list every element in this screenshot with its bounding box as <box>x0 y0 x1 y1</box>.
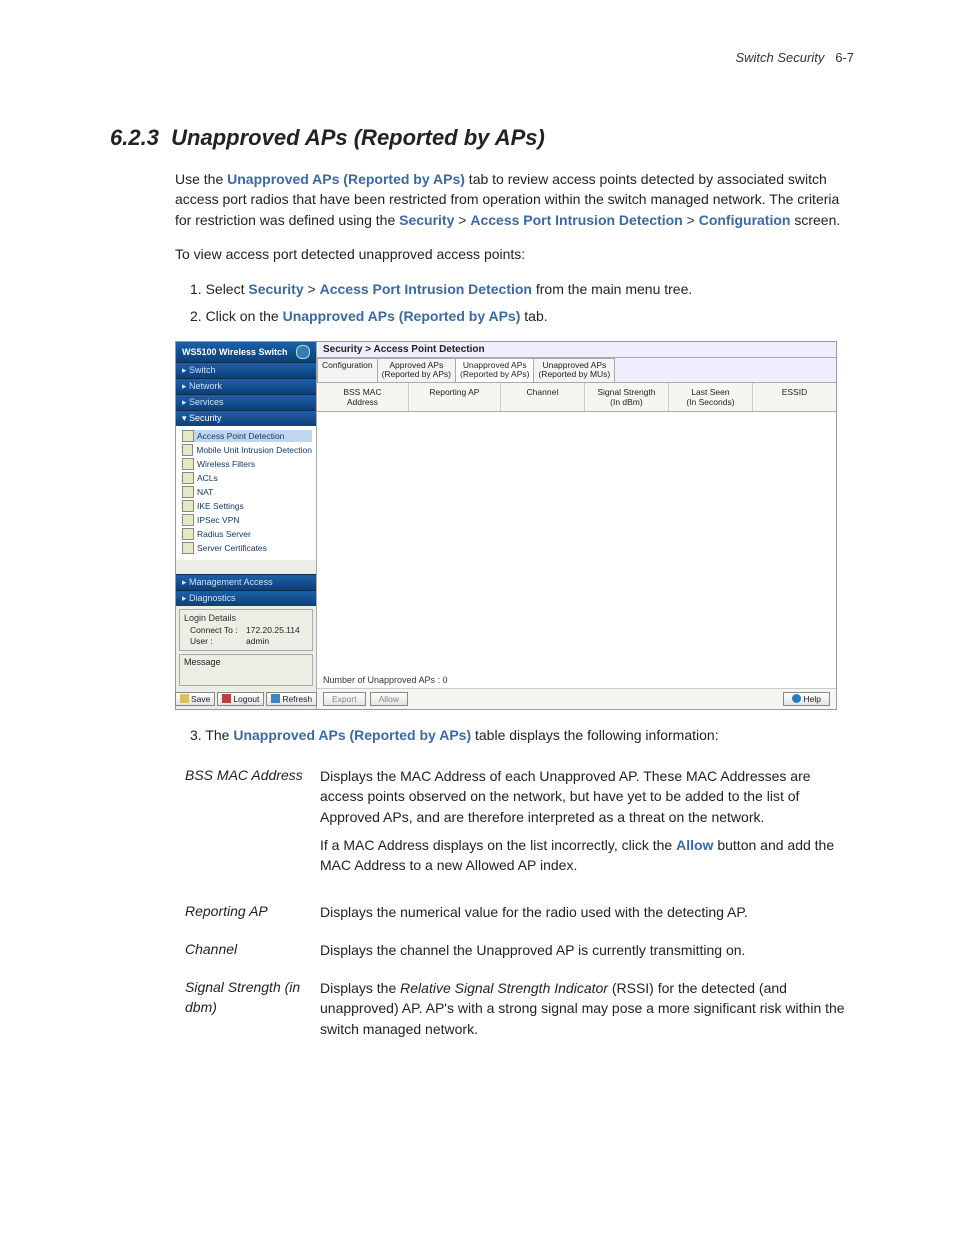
tree-mobile-unit-intrusion[interactable]: Mobile Unit Intrusion Detection <box>182 444 312 456</box>
folder-icon <box>182 542 194 554</box>
intro-paragraph-1: Use the Unapproved APs (Reported by APs)… <box>175 169 854 230</box>
tab-unapproved-aps-by-mus[interactable]: Unapproved APs(Reported by MUs) <box>533 358 615 382</box>
folder-icon <box>182 514 194 526</box>
section-title: 6.2.3 Unapproved APs (Reported by APs) <box>110 125 854 151</box>
sidebar-item-diagnostics[interactable]: ▸ Diagnostics <box>176 590 316 606</box>
col-reporting-ap[interactable]: Reporting AP <box>409 383 501 411</box>
step-1: 1. Select Security > Access Port Intrusi… <box>190 278 854 300</box>
link-configuration: Configuration <box>699 212 791 228</box>
step-3: 3. The Unapproved APs (Reported by APs) … <box>190 724 854 746</box>
sidebar-item-security[interactable]: ▾ Security <box>176 410 316 426</box>
folder-icon <box>182 458 194 470</box>
col-essid[interactable]: ESSID <box>753 383 836 411</box>
link-unapproved-aps: Unapproved APs (Reported by APs) <box>227 171 465 187</box>
link-apid: Access Port Intrusion Detection <box>470 212 682 228</box>
col-bss-mac[interactable]: BSS MACAddress <box>317 383 409 411</box>
table-body-empty <box>317 412 836 672</box>
bottom-button-bar: Export Allow Help <box>317 688 836 709</box>
sidebar-item-network[interactable]: ▸ Network <box>176 378 316 394</box>
folder-icon <box>182 472 194 484</box>
tab-approved-aps-by-aps[interactable]: Approved APs(Reported by APs) <box>377 358 456 382</box>
tree-nat[interactable]: NAT <box>182 486 312 498</box>
folder-icon <box>182 500 194 512</box>
page-number: 6-7 <box>835 50 854 65</box>
col-last-seen[interactable]: Last Seen(In Seconds) <box>669 383 753 411</box>
sidebar: WS5100 Wireless Switch ▸ Switch ▸ Networ… <box>176 342 317 709</box>
tree-server-certificates[interactable]: Server Certificates <box>182 542 312 554</box>
tree-wireless-filters[interactable]: Wireless Filters <box>182 458 312 470</box>
sidebar-item-management-access[interactable]: ▸ Management Access <box>176 574 316 590</box>
save-button[interactable]: Save <box>175 692 215 706</box>
tab-configuration[interactable]: Configuration <box>317 358 378 382</box>
content-tabs: Configuration Approved APs(Reported by A… <box>317 358 836 383</box>
term-bss-mac: BSS MAC Address <box>185 766 320 883</box>
user-value: admin <box>246 636 269 646</box>
col-channel[interactable]: Channel <box>501 383 585 411</box>
help-button[interactable]: Help <box>783 692 830 706</box>
tree-radius-server[interactable]: Radius Server <box>182 528 312 540</box>
tree-ike-settings[interactable]: IKE Settings <box>182 500 312 512</box>
intro-paragraph-2: To view access port detected unapproved … <box>175 244 854 264</box>
folder-icon <box>182 486 194 498</box>
save-icon <box>180 694 189 703</box>
tree-access-point-detection[interactable]: Access Point Detection <box>182 430 312 442</box>
sidebar-item-services[interactable]: ▸ Services <box>176 394 316 410</box>
term-reporting-ap: Reporting AP <box>185 902 320 922</box>
def-bss-mac: Displays the MAC Address of each Unappro… <box>320 766 854 883</box>
tree-acls[interactable]: ACLs <box>182 472 312 484</box>
refresh-button[interactable]: Refresh <box>266 692 317 706</box>
col-signal-strength[interactable]: Signal Strength(In dBm) <box>585 383 669 411</box>
term-signal-strength: Signal Strength (in dbm) <box>185 978 320 1047</box>
sidebar-item-switch[interactable]: ▸ Switch <box>176 362 316 378</box>
tree-ipsec-vpn[interactable]: IPSec VPN <box>182 514 312 526</box>
def-channel: Displays the channel the Unapproved AP i… <box>320 940 854 960</box>
export-button[interactable]: Export <box>323 692 366 706</box>
sidebar-buttons: Save Logout Refresh <box>176 689 316 709</box>
main-panel: Security > Access Point Detection Config… <box>317 342 836 709</box>
table-header-row: BSS MACAddress Reporting AP Channel Sign… <box>317 383 836 412</box>
folder-icon <box>182 444 193 456</box>
product-title: WS5100 Wireless Switch <box>182 347 287 357</box>
running-header: Switch Security 6-7 <box>120 50 854 65</box>
step-2: 2. Click on the Unapproved APs (Reported… <box>190 305 854 327</box>
logout-icon <box>222 694 231 703</box>
brand-logo-icon <box>296 345 310 359</box>
field-description-table: BSS MAC Address Displays the MAC Address… <box>185 766 854 1047</box>
unapproved-count: Number of Unapproved APs : 0 <box>317 672 836 688</box>
folder-icon <box>182 528 194 540</box>
connect-to-value: 172.20.25.114 <box>246 625 300 635</box>
allow-button[interactable]: Allow <box>370 692 408 706</box>
security-tree: Access Point Detection Mobile Unit Intru… <box>176 426 316 560</box>
def-reporting-ap: Displays the numerical value for the rad… <box>320 902 854 922</box>
logout-button[interactable]: Logout <box>217 692 264 706</box>
login-details-panel: Login Details Connect To :172.20.25.114 … <box>179 609 313 651</box>
breadcrumb: Security > Access Point Detection <box>317 342 836 358</box>
app-screenshot: WS5100 Wireless Switch ▸ Switch ▸ Networ… <box>175 341 837 710</box>
message-panel: Message <box>179 654 313 686</box>
link-security: Security <box>399 212 454 228</box>
product-title-bar: WS5100 Wireless Switch <box>176 342 316 362</box>
help-icon <box>792 694 801 703</box>
folder-icon <box>182 430 194 442</box>
def-signal-strength: Displays the Relative Signal Strength In… <box>320 978 854 1047</box>
chapter-name: Switch Security <box>735 50 824 65</box>
refresh-icon <box>271 694 280 703</box>
term-channel: Channel <box>185 940 320 960</box>
tab-unapproved-aps-by-aps[interactable]: Unapproved APs(Reported by APs) <box>455 358 534 382</box>
login-details-title: Login Details <box>184 613 308 623</box>
